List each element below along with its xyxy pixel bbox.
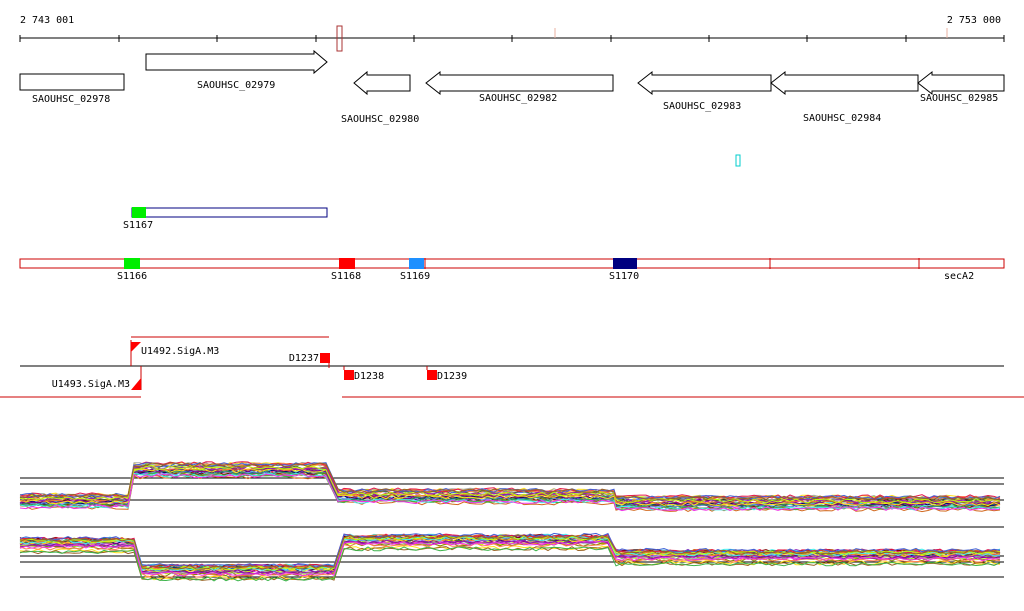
cyan-marker[interactable] (735, 154, 741, 167)
segment-track-lower: S1166 S1168 S1169 S1170 secA2 (19, 258, 1005, 282)
gene-arrow[interactable] (637, 70, 772, 96)
terminator-marker[interactable] (427, 370, 437, 380)
gene-arrow[interactable] (917, 70, 1005, 96)
gene-feature[interactable]: SAOUHSC_02979 (145, 49, 328, 91)
promoter-flag[interactable] (131, 378, 141, 390)
gene-label: SAOUHSC_02985 (920, 93, 998, 104)
segment-box[interactable] (131, 207, 328, 218)
axis-end-label: 2 753 000 (947, 15, 1001, 26)
gene-arrow[interactable] (145, 49, 328, 75)
gene-label: SAOUHSC_02983 (663, 101, 741, 112)
segment-label: S1169 (400, 271, 430, 282)
gene-box[interactable] (19, 73, 125, 91)
gene-feature[interactable]: SAOUHSC_02983 (637, 70, 772, 112)
terminator-feature[interactable]: D1238 (343, 366, 384, 382)
segment-box[interactable] (19, 258, 1005, 269)
gene-label: SAOUHSC_02980 (341, 114, 419, 125)
promoter-label: U1492.SigA.M3 (141, 346, 219, 357)
gene-arrow[interactable] (353, 70, 411, 96)
gene-feature[interactable]: SAOUHSC_02978 (19, 73, 125, 105)
gene-arrow[interactable] (770, 70, 919, 96)
gene-feature[interactable]: SAOUHSC_02984 (770, 70, 919, 124)
gene-feature[interactable]: SAOUHSC_02982 (425, 70, 614, 104)
segment-marker[interactable] (124, 258, 140, 269)
genome-browser-view: 2 743 001 2 753 000 SAOUHSC_02978 SAOUHS… (0, 15, 1024, 582)
segment-marker[interactable] (339, 258, 355, 269)
segment-label: secA2 (944, 271, 974, 282)
expression-profiles (19, 532, 1001, 582)
gene-label: SAOUHSC_02984 (803, 113, 881, 124)
segment-marker[interactable] (613, 258, 637, 269)
segment-label: S1167 (123, 220, 153, 231)
gene-feature[interactable]: SAOUHSC_02985 (917, 70, 1005, 104)
promoter-label: U1493.SigA.M3 (52, 379, 130, 390)
gene-feature[interactable]: SAOUHSC_02980 (341, 70, 419, 125)
gene-label: SAOUHSC_02982 (479, 93, 557, 104)
expression-track-upper (19, 461, 1004, 513)
segment-label: S1170 (609, 271, 639, 282)
gene-label: SAOUHSC_02978 (32, 94, 110, 105)
terminator-marker[interactable] (320, 353, 330, 363)
coordinate-axis: 2 743 001 2 753 000 (19, 15, 1005, 52)
promoter-flag[interactable] (131, 342, 141, 352)
terminator-marker[interactable] (344, 370, 354, 380)
expression-track-lower (19, 526, 1004, 582)
promoter-feature[interactable]: U1493.SigA.M3 (52, 366, 142, 390)
segment-label: S1166 (117, 271, 147, 282)
expression-profiles (19, 461, 1001, 513)
axis-start-label: 2 743 001 (20, 15, 74, 26)
segment-marker[interactable] (409, 258, 424, 269)
regulatory-track: U1492.SigA.M3 U1493.SigA.M3 D1237 D1238 … (0, 336, 1024, 398)
segment-track-upper: S1167 (123, 207, 328, 231)
gene-arrow[interactable] (425, 70, 614, 96)
terminator-label: D1239 (437, 371, 467, 382)
segment-marker[interactable] (132, 207, 146, 218)
gene-label: SAOUHSC_02979 (197, 80, 275, 91)
axis-ticks (19, 28, 1005, 42)
terminator-label: D1237 (289, 353, 319, 364)
segment-label: S1168 (331, 271, 361, 282)
promoter-feature[interactable]: U1492.SigA.M3 (130, 340, 219, 366)
terminator-label: D1238 (354, 371, 384, 382)
gene-track: SAOUHSC_02978 SAOUHSC_02979 SAOUHSC_0298… (19, 49, 1005, 167)
terminator-feature[interactable]: D1239 (426, 366, 467, 382)
